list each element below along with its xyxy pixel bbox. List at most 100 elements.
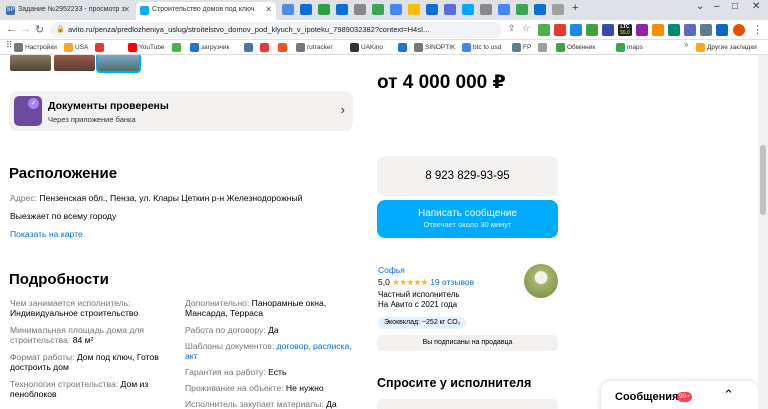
tab-task[interactable]: SP Задание №2952233 - просмотр з ✕ [2, 2, 134, 20]
show-on-map-link[interactable]: Показать на карте [10, 229, 83, 239]
extension-icon[interactable] [586, 24, 598, 36]
ltc-ticker-icon[interactable]: LTC 55.0 [618, 24, 632, 36]
sp-favicon-icon: SP [6, 6, 15, 15]
tab-avito[interactable]: Строительство домов под ключ ✕ [136, 2, 276, 20]
reviews-link[interactable]: 19 отзывов [430, 277, 474, 287]
pinned-tab-icon[interactable] [552, 4, 564, 15]
close-tab-icon[interactable]: ✕ [123, 2, 130, 18]
scrollbar-thumb[interactable] [760, 145, 766, 215]
seller-since: На Авито с 2021 года [378, 300, 458, 309]
bookmark-item[interactable]: SINOPTIK [414, 42, 455, 53]
maps-icon [616, 43, 625, 52]
sidebar-icon[interactable] [716, 24, 728, 36]
vk-icon [244, 43, 253, 52]
seller-name-link[interactable]: Софья [378, 265, 405, 275]
documents-verified-card[interactable]: Документы проверены Через приложение бан… [9, 91, 353, 131]
chevron-right-icon: › [340, 102, 345, 117]
bookmark-favicon-icon [95, 43, 104, 52]
extension-icon[interactable] [538, 24, 550, 36]
pinned-tab-icon[interactable] [516, 4, 528, 15]
url-field[interactable]: 🔒 avito.ru/penza/predlozheniya_uslug/str… [50, 22, 502, 38]
ask-input[interactable] [377, 399, 558, 409]
extension-icon[interactable] [602, 24, 614, 36]
bookmark-favicon-icon [538, 43, 547, 52]
scrollbar[interactable] [758, 55, 768, 409]
pinned-tab-icon[interactable] [408, 4, 420, 15]
maximize-icon[interactable]: □ [732, 1, 738, 12]
close-window-icon[interactable]: ✕ [752, 1, 760, 12]
seller-avatar[interactable] [524, 264, 558, 298]
subscribed-button[interactable]: Вы подписаны на продавца [377, 335, 558, 351]
write-message-button[interactable]: Написать сообщение Отвечает около 30 мин… [377, 200, 558, 238]
extension-icon[interactable] [668, 24, 680, 36]
bookmark-item[interactable]: FP [512, 42, 531, 53]
pinned-tab-icon[interactable] [462, 4, 474, 15]
menu-dots-icon[interactable]: ⋮ [752, 23, 763, 36]
extension-icon[interactable] [652, 24, 664, 36]
pinned-tab-icon[interactable] [318, 4, 330, 15]
ask-heading: Спросите у исполнителя [377, 376, 532, 390]
bookmark-item[interactable]: rutracker [296, 42, 333, 53]
settings-icon [14, 43, 23, 52]
pinned-tab-icon[interactable] [372, 4, 384, 15]
chevron-down-icon[interactable]: ⌄ [696, 1, 704, 12]
pinned-tab-icon[interactable] [300, 4, 312, 15]
messages-widget[interactable]: Сообщения 99+ ⌃ [601, 381, 758, 409]
bookmark-item[interactable]: Обмінник [556, 42, 595, 53]
extension-icon[interactable] [554, 24, 566, 36]
apps-icon[interactable]: ⠿ [6, 40, 13, 51]
bookmark-item[interactable]: YouTube [128, 42, 165, 53]
detail-item: Шаблоны документов: договор, расписка, а… [185, 341, 352, 361]
puzzle-icon[interactable] [700, 24, 712, 36]
pinned-tab-icon[interactable] [336, 4, 348, 15]
chevron-up-icon[interactable]: ⌃ [723, 387, 734, 403]
minimize-icon[interactable]: – [714, 1, 720, 12]
pinned-tab-icon[interactable] [498, 4, 510, 15]
bookmark-item[interactable]: USA [64, 42, 88, 53]
pinned-tab-icon[interactable] [534, 4, 546, 15]
photo-thumbnail-selected[interactable] [96, 55, 141, 73]
price: от 4 000 000 ₽ [377, 72, 506, 93]
share-icon[interactable]: ⇪ [508, 23, 516, 34]
bookmark-item[interactable]: Настройки [14, 42, 57, 53]
pinned-tab-icon[interactable] [354, 4, 366, 15]
extension-icon[interactable] [570, 24, 582, 36]
location-heading: Расположение [9, 165, 118, 182]
profile-avatar-icon[interactable] [733, 24, 745, 36]
photo-thumbnail[interactable] [54, 55, 95, 71]
extension-icon[interactable] [684, 24, 696, 36]
bookmark-star-icon[interactable]: ☆ [522, 23, 530, 34]
back-icon[interactable]: ← [6, 23, 17, 35]
forward-icon[interactable]: → [20, 23, 31, 35]
bookmark-item[interactable]: UAKino [350, 42, 383, 53]
detail-item: Технология строительства: Дом из пенобло… [10, 379, 149, 399]
pinned-tab-icon[interactable] [426, 4, 438, 15]
more-bookmarks-icon[interactable]: » [684, 40, 688, 49]
pinned-tab-icon[interactable] [390, 4, 402, 15]
travel-area: Выезжает по всему городу [10, 211, 117, 221]
eco-badge[interactable]: Экоквклад: ~252 кг CO₂ [378, 317, 467, 329]
photo-thumbnail[interactable] [10, 55, 51, 71]
tab-bar: SP Задание №2952233 - просмотр з ✕ Строи… [0, 0, 768, 20]
detail-item: Чем занимается исполнитель: Индивидуальн… [10, 298, 139, 318]
new-tab-icon[interactable]: + [572, 2, 578, 14]
other-bookmarks[interactable]: Другие закладки [696, 42, 757, 53]
detail-item: Работа по договору: Да [185, 325, 279, 335]
page-content: Документы проверены Через приложение бан… [0, 55, 758, 409]
address-bar-row: ← → ↻ 🔒 avito.ru/penza/predlozheniya_usl… [0, 20, 768, 40]
phone-button[interactable]: 8 923 829-93-95 [377, 156, 558, 196]
bookmark-favicon-icon [556, 43, 565, 52]
pinned-tab-icon[interactable] [480, 4, 492, 15]
sinoptik-icon [414, 43, 423, 52]
details-heading: Подробности [9, 271, 109, 288]
close-tab-icon[interactable]: ✕ [265, 2, 272, 18]
bookmark-item[interactable]: btc to usd [462, 42, 501, 53]
detail-item: Гарантия на работу: Есть [185, 367, 287, 377]
extension-icon[interactable] [636, 24, 648, 36]
detail-item: Дополнительно: Панорамные окна, Мансарда… [185, 298, 327, 318]
bookmark-item[interactable]: загрузчик [190, 42, 229, 53]
pinned-tab-icon[interactable] [282, 4, 294, 15]
pinned-tab-icon[interactable] [444, 4, 456, 15]
bookmark-item[interactable]: maps [616, 42, 643, 53]
reload-icon[interactable]: ↻ [35, 23, 44, 36]
